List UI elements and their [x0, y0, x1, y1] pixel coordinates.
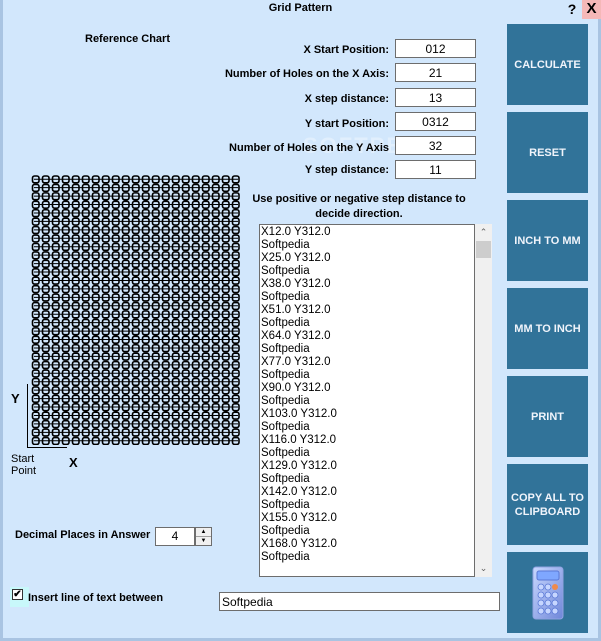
direction-hint: Use positive or negative step distance t…: [252, 193, 466, 220]
output-line: Softpedia: [261, 291, 310, 303]
calculate-button[interactable]: CALCULATE: [507, 24, 588, 105]
output-line: Softpedia: [261, 317, 310, 329]
decimal-places-label: Decimal Places in Answer: [15, 529, 151, 541]
spin-down-icon[interactable]: ▼: [196, 537, 211, 546]
output-line: X77.0 Y312.0: [261, 356, 331, 368]
output-line: Softpedia: [261, 421, 310, 433]
copy-all-button[interactable]: COPY ALL TO CLIPBOARD: [507, 464, 588, 545]
output-line: X103.0 Y312.0: [261, 408, 337, 420]
output-line: X129.0 Y312.0: [261, 460, 337, 472]
y-step-input[interactable]: [395, 160, 476, 179]
x-start-input[interactable]: [395, 39, 476, 58]
close-button[interactable]: X: [582, 0, 601, 19]
output-line: Softpedia: [261, 369, 310, 381]
output-line: X168.0 Y312.0: [261, 538, 337, 550]
start-point-label-line2: Point: [11, 465, 37, 477]
decimal-places-input[interactable]: 4: [155, 527, 195, 546]
y-start-label: Y start Position:: [304, 118, 389, 130]
output-line: X38.0 Y312.0: [261, 278, 331, 290]
scroll-down-icon[interactable]: ⌄: [475, 560, 492, 577]
y-axis-label: Y: [11, 391, 20, 406]
print-button[interactable]: PRINT: [507, 376, 588, 457]
output-line: X12.0 Y312.0: [261, 226, 331, 238]
output-line: Softpedia: [261, 473, 310, 485]
scroll-up-icon[interactable]: ⌃: [475, 224, 492, 241]
output-line: X64.0 Y312.0: [261, 330, 331, 342]
output-line: X142.0 Y312.0: [261, 486, 337, 498]
output-list[interactable]: X12.0 Y312.0 Softpedia X25.0 Y312.0 Softped…: [259, 224, 475, 577]
reset-button[interactable]: RESET: [507, 112, 588, 193]
output-line: X90.0 Y312.0: [261, 382, 331, 394]
x-holes-input[interactable]: [395, 63, 476, 82]
start-point-label-line1: Start: [11, 453, 35, 465]
reference-chart-grid: [31, 175, 240, 445]
output-line: X25.0 Y312.0: [261, 252, 331, 264]
y-holes-label: Number of Holes on the Y Axis: [229, 142, 389, 154]
insert-line-text-input[interactable]: [219, 592, 500, 611]
output-line: Softpedia: [261, 499, 310, 511]
help-button[interactable]: ?: [565, 1, 579, 18]
output-line: Softpedia: [261, 525, 310, 537]
inch-to-mm-button[interactable]: INCH TO MM: [507, 200, 588, 281]
calculator-button[interactable]: [507, 552, 588, 633]
output-line: Softpedia: [261, 265, 310, 277]
decimal-places-spinner[interactable]: ▲ ▼: [195, 527, 212, 546]
calculator-icon: [532, 566, 563, 619]
start-point-label: Start Point: [11, 453, 36, 477]
output-scrollbar[interactable]: ⌃ ⌄: [475, 224, 492, 577]
output-line: Softpedia: [261, 343, 310, 355]
x-start-label: X Start Position:: [303, 44, 389, 56]
output-line: Softpedia: [261, 447, 310, 459]
insert-line-checkbox-wrap[interactable]: ✔: [10, 587, 29, 607]
x-step-label: X step distance:: [304, 93, 389, 105]
output-line: Softpedia: [261, 551, 310, 563]
spin-up-icon[interactable]: ▲: [196, 528, 211, 537]
x-axis-line: [27, 447, 67, 448]
y-start-input[interactable]: [395, 112, 476, 131]
y-axis-line: [27, 384, 28, 448]
y-holes-input[interactable]: [395, 136, 476, 155]
output-line: X155.0 Y312.0: [261, 512, 337, 524]
x-step-input[interactable]: [395, 88, 476, 107]
output-line: Softpedia: [261, 395, 310, 407]
x-axis-label: X: [69, 455, 78, 470]
insert-line-checkbox[interactable]: ✔: [12, 589, 23, 600]
window-title: Grid Pattern: [268, 2, 333, 14]
output-line: X116.0 Y312.0: [261, 434, 337, 446]
mm-to-inch-button[interactable]: MM TO INCH: [507, 288, 588, 369]
x-holes-label: Number of Holes on the X Axis:: [224, 68, 389, 80]
output-line: X51.0 Y312.0: [261, 304, 331, 316]
output-line: Softpedia: [261, 239, 310, 251]
scroll-thumb[interactable]: [476, 241, 491, 258]
insert-line-label[interactable]: Insert line of text between: [28, 592, 163, 604]
